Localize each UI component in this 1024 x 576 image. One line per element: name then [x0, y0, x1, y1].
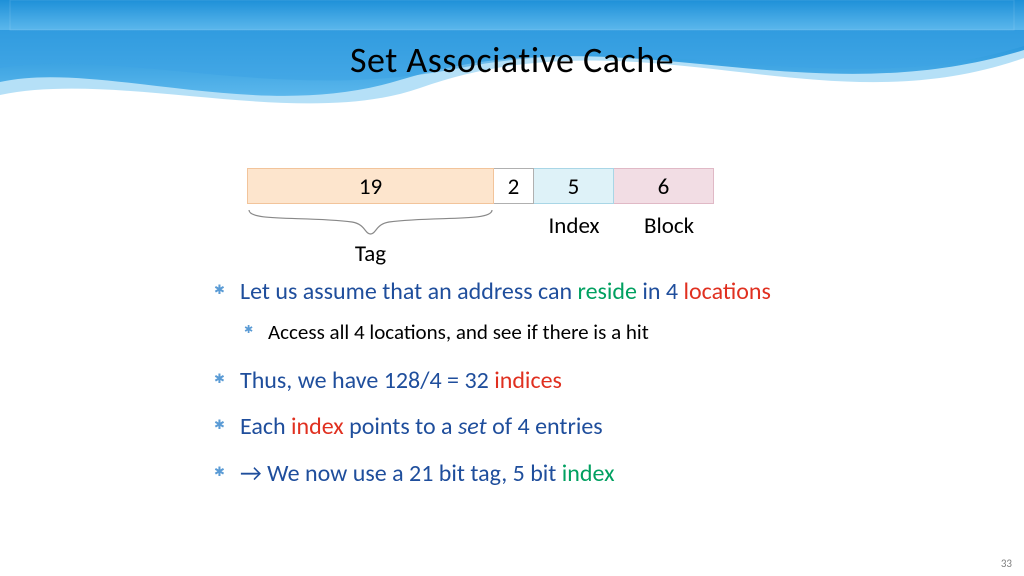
- bullet-4: → We now use a 21 bit tag, 5 bit index: [210, 458, 830, 490]
- slide-title: Set Associative Cache: [0, 38, 1024, 82]
- bullet-1: Let us assume that an address can reside…: [210, 276, 830, 308]
- body-content: Let us assume that an address can reside…: [210, 276, 830, 504]
- label-block: Block: [619, 212, 719, 240]
- page-number: 33: [1001, 557, 1012, 570]
- label-index: Index: [534, 212, 614, 240]
- label-tag: Tag: [247, 240, 494, 268]
- bullet-2: Thus, we have 128/4 = 32 indices: [210, 365, 830, 397]
- cell-assoc: 2: [494, 168, 534, 204]
- tag-brace: [247, 208, 494, 236]
- cell-index: 5: [534, 168, 614, 204]
- diagram-labels: Tag Index Block: [247, 204, 717, 274]
- address-bar: 19 2 5 6: [247, 168, 717, 204]
- sub-bullet-1: Access all 4 locations, and see if there…: [242, 318, 830, 346]
- address-diagram: 19 2 5 6 Tag Index Block: [247, 168, 717, 274]
- bullet-3: Each index points to a set of 4 entries: [210, 411, 830, 443]
- cell-block: 6: [614, 168, 714, 204]
- slide: { "title": "Set Associative Cache", "add…: [0, 0, 1024, 576]
- cell-tag: 19: [247, 168, 494, 204]
